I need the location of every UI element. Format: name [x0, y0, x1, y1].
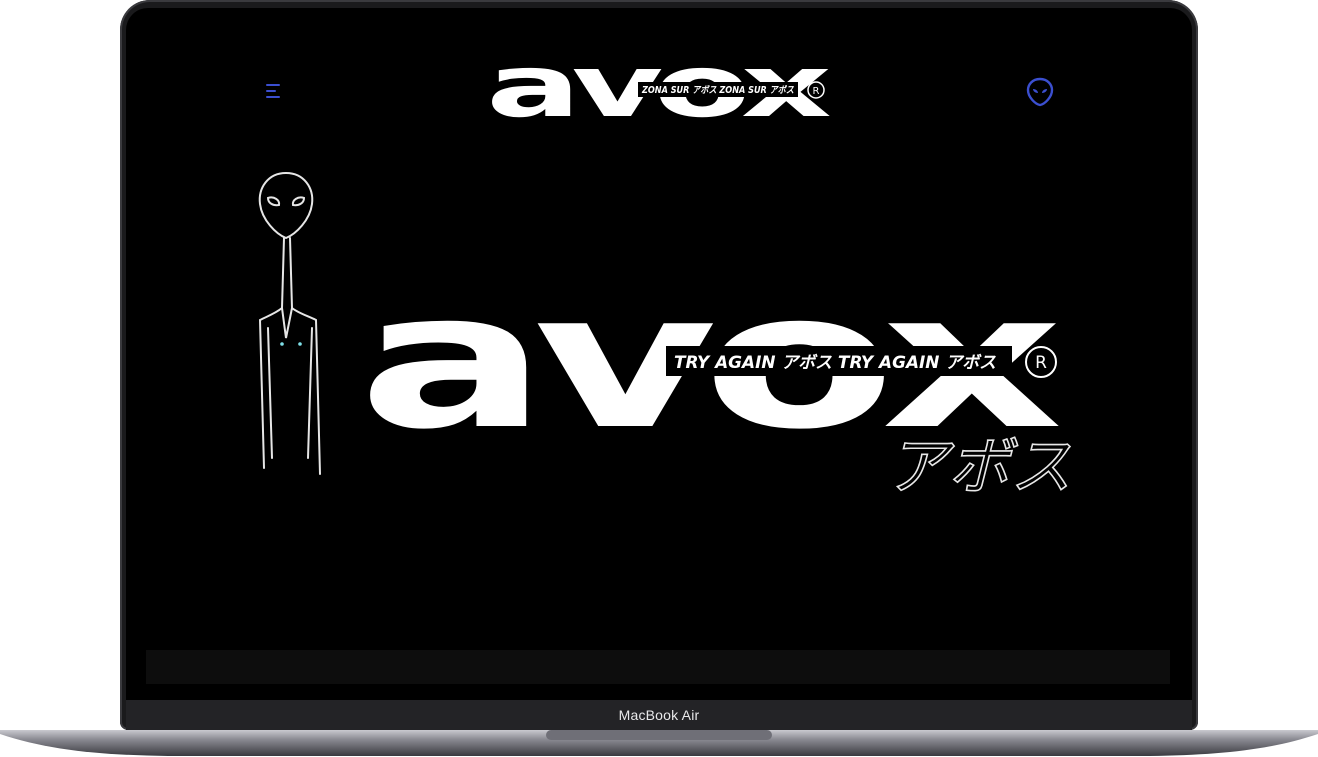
menu-icon-line-1	[266, 84, 280, 86]
header-logo[interactable]: avox ZONA SUR アボス ZONA SUR アボス R	[486, 37, 837, 137]
menu-button[interactable]	[262, 78, 288, 104]
menu-icon-line-3	[266, 96, 280, 98]
header-logo-strip: ZONA SUR アボス ZONA SUR アボス	[641, 84, 794, 96]
hero-registered-mark: R	[1035, 353, 1047, 373]
laptop-base	[0, 728, 1318, 757]
alien-sketch-illustration	[258, 171, 321, 475]
hero-section: avox TRY AGAIN アボス TRY AGAIN アボス R アボス	[246, 168, 1076, 518]
device-model-label: MacBook Air	[618, 707, 700, 723]
alien-head-icon	[1026, 77, 1054, 107]
hero-katakana: アボス	[886, 430, 1072, 503]
alien-account-button[interactable]	[1025, 76, 1055, 108]
page-bottom-bar	[146, 650, 1170, 684]
menu-icon-line-2	[266, 90, 276, 92]
hero-logo-strip: TRY AGAIN アボス TRY AGAIN アボス	[674, 353, 996, 373]
header-registered-mark: R	[813, 86, 820, 97]
laptop-mockup: avox ZONA SUR アボス ZONA SUR アボス R avox TR…	[0, 0, 1318, 757]
